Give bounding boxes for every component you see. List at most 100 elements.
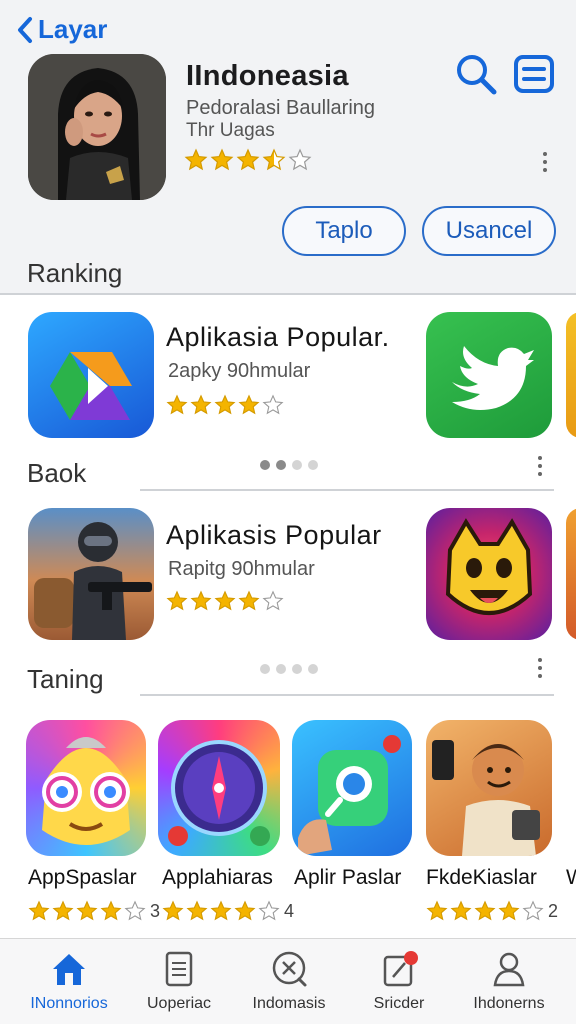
row1-pager[interactable]	[260, 460, 318, 470]
star-icon	[498, 900, 520, 921]
star-icon	[166, 394, 188, 415]
star-icon	[210, 148, 234, 171]
drive-logo-icon	[50, 352, 132, 420]
hero-app-image[interactable]	[28, 54, 166, 200]
tab-label: INonnorios	[30, 995, 108, 1012]
star-icon	[238, 590, 260, 611]
pager-dot[interactable]	[308, 664, 318, 674]
grid-rating-1: 3	[28, 900, 160, 922]
star-icon	[288, 148, 312, 171]
grid-app-icon-4[interactable]	[426, 720, 552, 856]
search-x-icon	[272, 951, 307, 987]
tab-profile[interactable]: Ihdonerns	[454, 939, 564, 1024]
row1-rating-stars	[166, 394, 286, 421]
tab-updates[interactable]: Sricder	[344, 939, 454, 1024]
back-button[interactable]: Layar	[16, 14, 107, 45]
star-icon	[214, 394, 236, 415]
grid-rating-4: 2	[426, 900, 558, 922]
star-icon	[474, 900, 496, 921]
character-with-phone-icon	[432, 740, 540, 856]
primary-action-button[interactable]: Taplo	[282, 206, 406, 256]
pager-dot[interactable]	[260, 460, 270, 470]
section-ranking-label: Ranking	[27, 258, 123, 288]
bird-icon	[452, 346, 534, 410]
grid-rating-count: 4	[284, 900, 295, 921]
grid-app-icon-1[interactable]	[26, 720, 146, 856]
row2-peek-app-icon[interactable]	[566, 508, 576, 640]
star-icon	[52, 900, 74, 921]
soldier-icon	[34, 522, 152, 640]
row1-more-icon[interactable]	[538, 456, 544, 476]
tab-search[interactable]: Indomasis	[234, 939, 344, 1024]
hero-rating-stars	[184, 148, 314, 177]
row2-pager[interactable]	[260, 664, 318, 674]
row2-more-icon[interactable]	[538, 658, 544, 678]
grid-app-name-2: Applahiaras	[162, 866, 273, 889]
person-icon	[493, 952, 525, 987]
pager-dot[interactable]	[276, 460, 286, 470]
star-icon	[262, 148, 286, 171]
grid-rating-count: 2	[548, 900, 559, 921]
notepad-badge-icon	[383, 951, 418, 987]
star-icon	[236, 148, 260, 171]
star-icon	[450, 900, 472, 921]
star-icon	[162, 900, 184, 921]
grid-app-name-1: AppSpaslar	[28, 866, 137, 889]
grid-app-name-4: FkdeKiaslar	[426, 866, 537, 889]
grid-app-icon-2[interactable]	[158, 720, 280, 856]
tab-label: Indomasis	[252, 995, 326, 1012]
row1-app-icon[interactable]	[28, 312, 154, 438]
pager-dot[interactable]	[292, 460, 302, 470]
row2-side-app-icon[interactable]	[426, 508, 552, 640]
star-icon	[28, 900, 50, 921]
row2-subtitle: Rapitg 90hmular	[168, 558, 315, 580]
tab-label: Sricder	[373, 995, 425, 1012]
pager-dot[interactable]	[292, 664, 302, 674]
app-developer: Thr Uagas	[186, 120, 275, 141]
star-icon	[76, 900, 98, 921]
star-icon	[210, 900, 232, 921]
pager-dot[interactable]	[308, 460, 318, 470]
star-icon	[186, 900, 208, 921]
star-icon	[214, 590, 236, 611]
section-taning-label: Taning	[27, 664, 104, 694]
divider	[140, 694, 554, 696]
star-icon	[190, 590, 212, 611]
tab-home[interactable]: INonnorios	[14, 939, 124, 1024]
app-title: IIndoneasia	[186, 60, 349, 92]
grid-app-name-3: Aplir Paslar	[294, 866, 402, 889]
compass-icon	[168, 740, 270, 846]
row1-side-app-icon[interactable]	[426, 312, 552, 438]
star-icon	[100, 900, 122, 921]
magnifier-app-icon	[298, 735, 401, 856]
chevron-left-icon	[18, 16, 32, 43]
star-icon	[426, 900, 448, 921]
hypno-face-icon	[42, 737, 130, 845]
divider	[140, 489, 554, 491]
more-options-icon[interactable]	[543, 152, 549, 172]
document-icon	[165, 951, 193, 987]
list-menu-icon[interactable]	[512, 52, 556, 96]
pager-dot[interactable]	[276, 664, 286, 674]
app-subtitle: Pedoralasi Baullaring	[186, 97, 376, 119]
search-icon[interactable]	[454, 52, 498, 96]
star-icon	[262, 394, 284, 415]
section-baok-label: Baok	[27, 458, 87, 488]
star-icon	[234, 900, 256, 921]
star-icon	[258, 900, 280, 921]
star-icon	[262, 590, 284, 611]
pager-dot[interactable]	[260, 664, 270, 674]
star-icon	[166, 590, 188, 611]
row1-peek-app-icon[interactable]	[566, 312, 576, 438]
row1-title: Aplikasia Popular.	[166, 322, 390, 352]
row2-app-icon[interactable]	[28, 508, 154, 640]
woman-portrait-icon	[28, 54, 166, 200]
row2-rating-stars	[166, 590, 286, 617]
secondary-action-button[interactable]: Usancel	[422, 206, 556, 256]
grid-app-icon-3[interactable]	[292, 720, 412, 856]
star-icon	[124, 900, 146, 921]
star-icon	[238, 394, 260, 415]
tab-document[interactable]: Uoperiac	[124, 939, 234, 1024]
cat-face-icon	[445, 518, 533, 615]
tab-label: Ihdonerns	[473, 995, 545, 1012]
